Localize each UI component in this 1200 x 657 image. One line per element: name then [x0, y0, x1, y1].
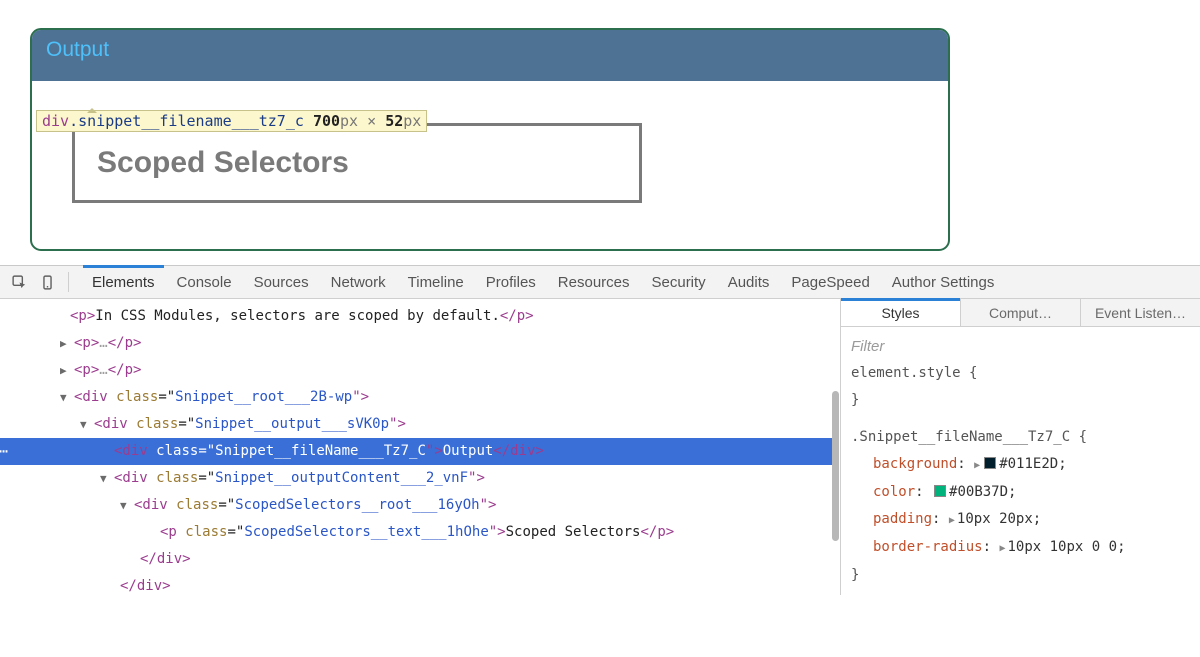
- chevron-down-icon[interactable]: ▼: [100, 465, 112, 492]
- tree-row[interactable]: </div>: [0, 546, 832, 573]
- tab-audits[interactable]: Audits: [717, 266, 781, 298]
- inspect-tooltip: div.snippet__filename___tz7_c 700px × 52…: [36, 110, 427, 132]
- elements-tree[interactable]: <p>In CSS Modules, selectors are scoped …: [0, 299, 832, 595]
- rule-element-style[interactable]: element.style {: [851, 360, 1190, 387]
- css-declaration[interactable]: padding: ▶10px 20px;: [851, 506, 1190, 534]
- devtools-panel: Elements Console Sources Network Timelin…: [0, 265, 1200, 595]
- tree-row[interactable]: ▼<div class="Snippet__root___2B-wp">: [0, 384, 832, 411]
- tab-author-settings[interactable]: Author Settings: [881, 266, 1006, 298]
- inspect-icon[interactable]: [10, 273, 28, 291]
- chevron-down-icon[interactable]: ▼: [120, 492, 132, 519]
- tree-row[interactable]: <p>In CSS Modules, selectors are scoped …: [0, 303, 832, 330]
- tree-row[interactable]: ▼<div class="ScopedSelectors__root___16y…: [0, 492, 832, 519]
- styles-tab-styles[interactable]: Styles: [841, 299, 961, 326]
- styles-tab-event-listeners[interactable]: Event Listen…: [1081, 299, 1200, 326]
- rule-filename[interactable]: .Snippet__fileName___Tz7_C {: [851, 424, 1190, 451]
- rule-element-style-close: }: [851, 387, 1190, 414]
- snippet-root: Output div.snippet__filename___tz7_c 700…: [30, 28, 950, 251]
- styles-body[interactable]: Filter element.style { } .Snippet__fileN…: [841, 327, 1200, 595]
- device-toggle-icon[interactable]: [38, 273, 56, 291]
- tab-pagespeed[interactable]: PageSpeed: [780, 266, 880, 298]
- css-declaration[interactable]: background: ▶#011E2D;: [851, 451, 1190, 479]
- output-label: Output: [46, 38, 109, 62]
- scrollbar-thumb[interactable]: [832, 391, 839, 541]
- css-declaration[interactable]: border-radius: ▶10px 10px 0 0;: [851, 534, 1190, 562]
- snippet-output-header: Output: [32, 30, 948, 81]
- chevron-down-icon[interactable]: ▼: [60, 384, 72, 411]
- tree-row[interactable]: ▼<div class="Snippet__output___sVK0p">: [0, 411, 832, 438]
- rule-filename-close: }: [851, 562, 1190, 589]
- tooltip-times: ×: [367, 112, 376, 130]
- tab-sources[interactable]: Sources: [243, 266, 320, 298]
- scoped-selectors-heading: Scoped Selectors: [97, 146, 617, 180]
- tooltip-tag: div: [42, 112, 69, 130]
- devtools-body: <p>In CSS Modules, selectors are scoped …: [0, 299, 1200, 595]
- chevron-down-icon[interactable]: ▼: [80, 411, 92, 438]
- styles-pane: Styles Comput… Event Listen… Filter elem…: [840, 299, 1200, 595]
- tab-elements[interactable]: Elements: [81, 266, 166, 298]
- chevron-right-icon[interactable]: ▶: [60, 330, 72, 357]
- styles-pane-tabs: Styles Comput… Event Listen…: [841, 299, 1200, 327]
- css-declaration[interactable]: color: #00B37D;: [851, 479, 1190, 506]
- rule-gap: [851, 414, 1190, 424]
- tab-timeline[interactable]: Timeline: [397, 266, 475, 298]
- tree-row[interactable]: </div>: [0, 573, 832, 595]
- devtools-toolbar: Elements Console Sources Network Timelin…: [0, 266, 1200, 299]
- toolbar-separator: [68, 272, 69, 292]
- tooltip-height-num: 52: [385, 112, 403, 130]
- styles-tab-computed[interactable]: Comput…: [961, 299, 1081, 326]
- tab-profiles[interactable]: Profiles: [475, 266, 547, 298]
- tooltip-width-num: 700: [313, 112, 340, 130]
- tree-row[interactable]: ▼<div class="Snippet__outputContent___2_…: [0, 465, 832, 492]
- preview-area: Output div.snippet__filename___tz7_c 700…: [0, 0, 1200, 265]
- tooltip-height-unit: px: [403, 112, 421, 130]
- devtools-main-tabs: Elements Console Sources Network Timelin…: [81, 266, 1005, 298]
- tab-security[interactable]: Security: [641, 266, 717, 298]
- tree-row-selected[interactable]: <div class="Snippet__fileName___Tz7_C">O…: [0, 438, 832, 465]
- scoped-selectors-box: Scoped Selectors: [72, 123, 642, 203]
- tree-row[interactable]: ▶<p>…</p>: [0, 357, 832, 384]
- styles-filter[interactable]: Filter: [851, 333, 1190, 360]
- chevron-right-icon[interactable]: ▶: [60, 357, 72, 384]
- tab-resources[interactable]: Resources: [547, 266, 641, 298]
- tooltip-class: .snippet__filename___tz7_c: [69, 112, 304, 130]
- tooltip-width-unit: px: [340, 112, 358, 130]
- snippet-body: Scoped Selectors: [32, 81, 948, 249]
- tab-console[interactable]: Console: [166, 266, 243, 298]
- tree-row[interactable]: <p class="ScopedSelectors__text___1hOhe"…: [0, 519, 832, 546]
- tree-row[interactable]: ▶<p>…</p>: [0, 330, 832, 357]
- elements-scrollbar[interactable]: [832, 299, 840, 595]
- tab-network[interactable]: Network: [320, 266, 397, 298]
